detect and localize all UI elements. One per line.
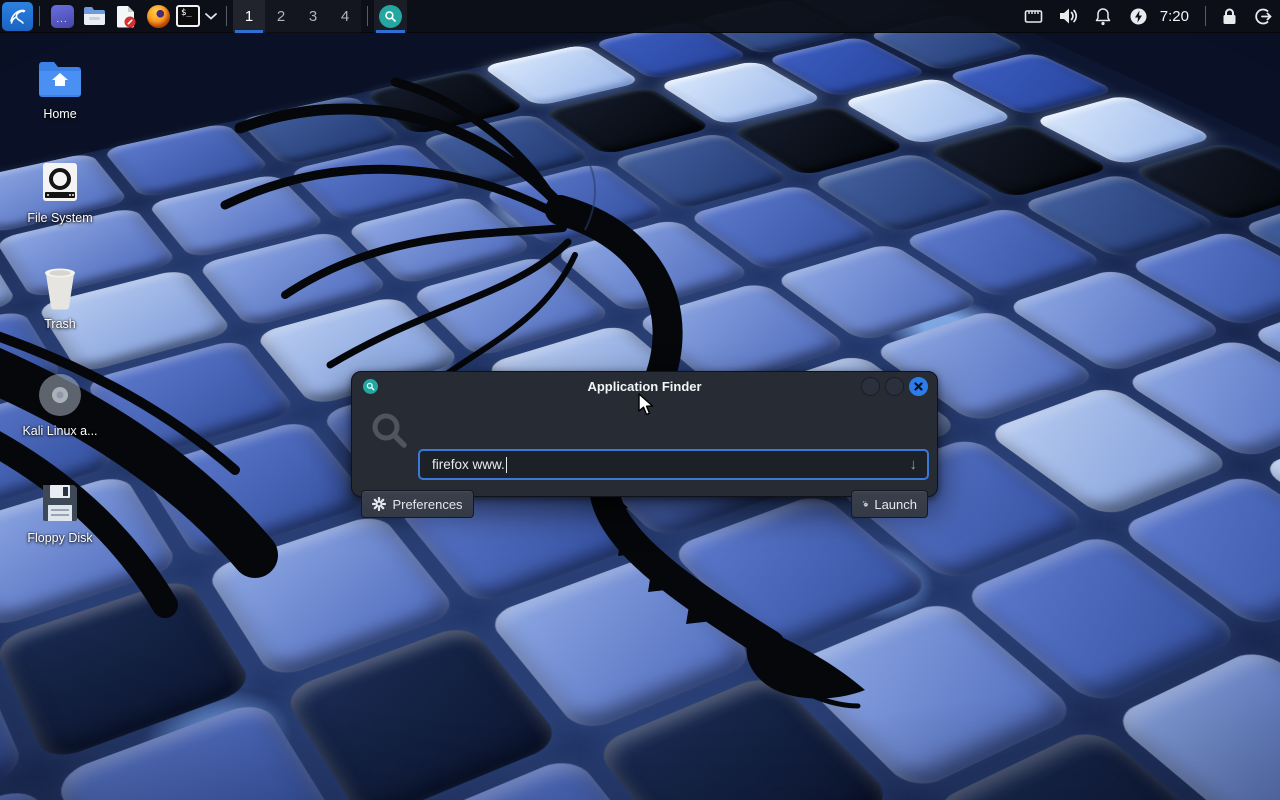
desktop-icon-label: File System xyxy=(27,211,92,225)
lock-screen-icon[interactable] xyxy=(1212,0,1246,33)
workspace-label: 4 xyxy=(341,8,349,25)
desktop-icon-kali-cd[interactable]: Kali Linux a... xyxy=(14,370,106,438)
launcher-terminal-app[interactable]: ... xyxy=(46,2,78,31)
window-title: Application Finder xyxy=(360,379,929,394)
workspace-label: 2 xyxy=(277,8,285,25)
terminal-app-icon: ... xyxy=(51,5,74,28)
qterminal-icon: $_ xyxy=(176,5,200,27)
close-button[interactable] xyxy=(909,377,928,396)
application-finder-window: Application Finder firefox www. ↓ xyxy=(351,371,938,497)
workspace-button-4[interactable]: 4 xyxy=(329,0,361,33)
firefox-icon xyxy=(147,5,170,28)
optical-disc-icon xyxy=(35,370,85,420)
launcher-firefox[interactable] xyxy=(142,2,174,31)
top-panel: ... $_ 1 2 3 4 xyxy=(0,0,1280,33)
desktop-icon-label: Trash xyxy=(44,317,76,331)
network-status-icon[interactable] xyxy=(1016,0,1051,33)
power-manager-icon[interactable] xyxy=(1121,0,1156,33)
finder-body: firefox www. ↓ Preferences xyxy=(352,401,937,497)
preferences-button[interactable]: Preferences xyxy=(361,490,474,518)
desktop-icon-home[interactable]: Home xyxy=(14,53,106,121)
workspace-button-1[interactable]: 1 xyxy=(233,0,265,33)
search-query-text: firefox www. xyxy=(432,457,505,472)
minimize-button[interactable] xyxy=(861,377,880,396)
titlebar[interactable]: Application Finder xyxy=(352,372,937,401)
gear-icon xyxy=(372,497,386,511)
home-folder-icon xyxy=(35,53,85,103)
launch-button-label: Launch xyxy=(874,497,917,512)
notifications-bell-icon[interactable] xyxy=(1086,0,1121,33)
chevron-down-icon xyxy=(204,12,218,20)
system-tray: 7:20 xyxy=(1016,0,1280,33)
panel-separator xyxy=(39,6,40,26)
trash-can-icon xyxy=(35,263,85,313)
panel-separator xyxy=(226,6,227,26)
workspace-label: 1 xyxy=(245,8,253,25)
desktop-icon-file-system[interactable]: File System xyxy=(14,157,106,225)
close-icon xyxy=(914,382,923,391)
launcher-qterminal-dropdown[interactable]: $_ xyxy=(174,2,220,31)
text-caret xyxy=(506,457,507,473)
desktop-icon-label: Kali Linux a... xyxy=(22,424,97,438)
taskbar-application-finder-button[interactable] xyxy=(374,0,407,33)
workspace-button-2[interactable]: 2 xyxy=(265,0,297,33)
desktop-icon-label: Home xyxy=(43,107,76,121)
history-dropdown-icon[interactable]: ↓ xyxy=(910,456,918,473)
desktop-icon-trash[interactable]: Trash xyxy=(14,263,106,331)
application-finder-taskbar-icon xyxy=(379,5,402,28)
clock[interactable]: 7:20 xyxy=(1156,8,1199,25)
maximize-button[interactable] xyxy=(885,377,904,396)
launcher-file-manager[interactable] xyxy=(78,2,110,31)
desktop-icon-label: Floppy Disk xyxy=(27,531,92,545)
search-icon xyxy=(370,411,410,451)
applications-menu-button[interactable] xyxy=(2,2,33,31)
panel-separator xyxy=(367,6,368,26)
floppy-disk-icon xyxy=(35,477,85,527)
volume-icon[interactable] xyxy=(1051,0,1086,33)
text-editor-icon xyxy=(115,5,137,28)
preferences-button-label: Preferences xyxy=(392,497,462,512)
workspace-button-3[interactable]: 3 xyxy=(297,0,329,33)
logout-icon[interactable] xyxy=(1246,0,1280,33)
hard-disk-icon xyxy=(35,157,85,207)
file-manager-icon xyxy=(83,6,106,26)
workspace-label: 3 xyxy=(309,8,317,25)
launch-button[interactable]: Launch xyxy=(851,490,928,518)
launcher-text-editor[interactable] xyxy=(110,2,142,31)
application-finder-window-icon xyxy=(363,379,378,394)
desktop-icon-floppy-disk[interactable]: Floppy Disk xyxy=(14,477,106,545)
panel-separator xyxy=(1205,6,1206,26)
launch-gears-icon xyxy=(862,497,868,511)
kali-logo-icon xyxy=(7,5,29,27)
search-input[interactable]: firefox www. ↓ xyxy=(418,449,929,480)
